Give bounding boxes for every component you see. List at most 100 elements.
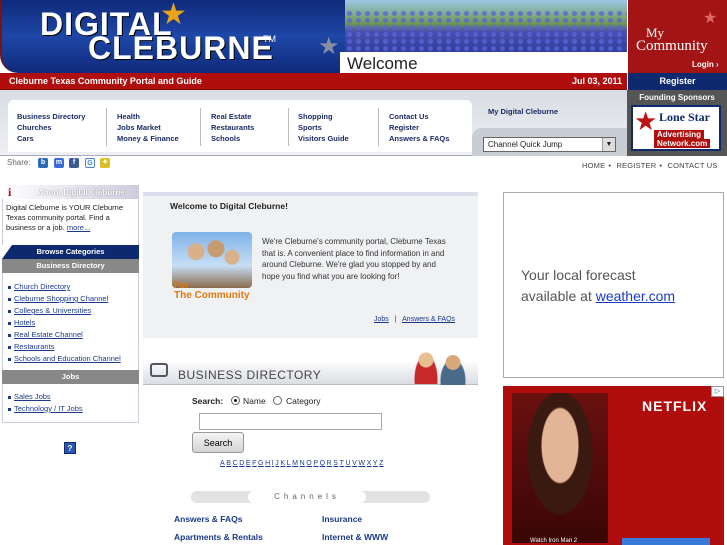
letter-link-e[interactable]: E: [246, 460, 251, 467]
nav-divider: [200, 108, 201, 146]
letter-link-g[interactable]: G: [258, 460, 264, 467]
letter-link-c[interactable]: C: [233, 460, 238, 467]
category-real-estate[interactable]: Real Estate Channel: [14, 330, 83, 339]
phone-book-icon: [150, 363, 168, 377]
letter-link-o[interactable]: O: [306, 460, 312, 467]
letter-link-m[interactable]: M: [292, 460, 298, 467]
contact-us-link[interactable]: CONTACT US: [668, 161, 718, 170]
letter-link-u[interactable]: U: [345, 460, 350, 467]
letter-link-l[interactable]: L: [287, 460, 291, 467]
facebook-icon[interactable]: f: [69, 158, 79, 168]
sponsor-line-3: Network.com: [654, 139, 711, 148]
help-icon[interactable]: ?: [64, 442, 76, 454]
register-link[interactable]: REGISTER: [616, 161, 656, 170]
channel-insurance[interactable]: Insurance: [322, 514, 362, 524]
category-radio-label: Category: [286, 396, 321, 406]
category-restaurants[interactable]: Restaurants: [14, 342, 54, 351]
nav-cars[interactable]: Cars: [17, 133, 85, 144]
logo-star-icon: ★: [160, 0, 187, 31]
nav-answers-faqs[interactable]: Answers & FAQs: [389, 133, 449, 144]
sponsors-title: Founding Sponsors: [639, 93, 715, 102]
browse-categories-header: Browse Categories: [2, 245, 139, 259]
letter-link-q[interactable]: Q: [320, 460, 326, 467]
search-by-name-radio[interactable]: [231, 396, 240, 405]
nav-col-3: Real Estate Restaurants Schools: [211, 111, 254, 144]
chevron-down-icon[interactable]: ▼: [602, 138, 615, 151]
nav-jobs-market[interactable]: Jobs Market: [117, 122, 179, 133]
letter-link-b[interactable]: B: [226, 460, 231, 467]
letter-link-s[interactable]: S: [333, 460, 338, 467]
category-hotels[interactable]: Hotels: [14, 318, 35, 327]
weather-link[interactable]: weather.com: [596, 288, 675, 304]
letter-link-j[interactable]: J: [275, 460, 279, 467]
google-icon[interactable]: G: [85, 158, 95, 168]
nav-money-finance[interactable]: Money & Finance: [117, 133, 179, 144]
logo-trademark: TM: [263, 34, 276, 44]
more-link[interactable]: more...: [67, 223, 90, 232]
my-community-label-2: Community: [636, 38, 708, 54]
page: DIGITAL ★ CLEBURNE TM ★ Welcome ★ My Com…: [0, 0, 727, 545]
letter-link-k[interactable]: K: [280, 460, 285, 467]
info-icon: i: [8, 185, 12, 199]
nav-col-1: Business Directory Churches Cars: [17, 111, 85, 144]
register-button[interactable]: Register: [627, 73, 727, 90]
welcome-links: Jobs | Answers & FAQs: [374, 316, 455, 323]
jobs-technology[interactable]: Technology / IT Jobs: [14, 404, 83, 413]
my-digital-cleburne-link[interactable]: My Digital Cleburne: [488, 107, 558, 116]
nav-churches[interactable]: Churches: [17, 122, 85, 133]
search-label: Search:: [192, 396, 224, 406]
nav-shopping[interactable]: Shopping: [298, 111, 349, 122]
adchoices-icon[interactable]: ▷: [711, 386, 724, 397]
nav-restaurants[interactable]: Restaurants: [211, 122, 254, 133]
nav-schools[interactable]: Schools: [211, 133, 254, 144]
name-radio-label: Name: [243, 396, 266, 406]
nav-visitors-guide[interactable]: Visitors Guide: [298, 133, 349, 144]
channel-answers-faqs[interactable]: Answers & FAQs: [174, 514, 243, 524]
bookmark-icon[interactable]: b: [38, 158, 48, 168]
letter-link-z[interactable]: Z: [379, 460, 384, 467]
letter-link-t[interactable]: T: [340, 460, 345, 467]
jobs-link[interactable]: Jobs: [374, 316, 389, 323]
nav-sports[interactable]: Sports: [298, 122, 349, 133]
netflix-cta-button[interactable]: [622, 538, 710, 545]
login-link[interactable]: Login ›: [692, 60, 719, 69]
letter-link-y[interactable]: Y: [373, 460, 378, 467]
letter-link-h[interactable]: H: [265, 460, 270, 467]
logo-cleburne[interactable]: CLEBURNE: [88, 30, 274, 67]
letter-link-d[interactable]: D: [239, 460, 244, 467]
bluebonnet-flowers: [345, 10, 627, 52]
search-button[interactable]: Search: [192, 432, 244, 453]
letter-link-a[interactable]: A: [220, 460, 225, 467]
letter-link-w[interactable]: W: [358, 460, 365, 467]
alphabet-index: ABCDEFGHIJKLMNOPQRSTUVWXYZ: [220, 460, 385, 467]
nav-business-directory[interactable]: Business Directory: [17, 111, 85, 122]
jobs-list: Sales Jobs Technology / IT Jobs: [8, 391, 83, 415]
letter-link-n[interactable]: N: [300, 460, 305, 467]
letter-link-i[interactable]: I: [272, 460, 274, 467]
directory-search-input[interactable]: [199, 413, 382, 430]
search-by-category-radio[interactable]: [273, 396, 282, 405]
header-notch: [2, 245, 12, 259]
letter-link-x[interactable]: X: [367, 460, 372, 467]
category-schools[interactable]: Schools and Education Channel: [14, 354, 121, 363]
nav-real-estate[interactable]: Real Estate: [211, 111, 254, 122]
category-shopping-channel[interactable]: Cleburne Shopping Channel: [14, 294, 108, 303]
answers-faqs-link[interactable]: Answers & FAQs: [402, 316, 455, 323]
nav-register[interactable]: Register: [389, 122, 449, 133]
nav-contact-us[interactable]: Contact Us: [389, 111, 449, 122]
windows-live-icon[interactable]: ✦: [100, 158, 110, 168]
letter-link-r[interactable]: R: [327, 460, 332, 467]
category-church-directory[interactable]: Church Directory: [14, 282, 70, 291]
channel-quick-jump-select[interactable]: Channel Quick Jump ▼: [483, 137, 616, 152]
channel-apartments[interactable]: Apartments & Rentals: [174, 532, 263, 542]
channel-internet[interactable]: Internet & WWW: [322, 532, 388, 542]
category-colleges[interactable]: Colleges & Universities: [14, 306, 91, 315]
jobs-sales[interactable]: Sales Jobs: [14, 392, 51, 401]
letter-link-p[interactable]: P: [313, 460, 318, 467]
letter-link-v[interactable]: V: [352, 460, 357, 467]
myspace-icon[interactable]: m: [54, 158, 64, 168]
letter-link-f[interactable]: F: [252, 460, 257, 467]
nav-health[interactable]: Health: [117, 111, 179, 122]
about-description: Digital Cleburne is YOUR Cleburne Texas …: [6, 203, 123, 232]
home-link[interactable]: HOME: [582, 161, 605, 170]
